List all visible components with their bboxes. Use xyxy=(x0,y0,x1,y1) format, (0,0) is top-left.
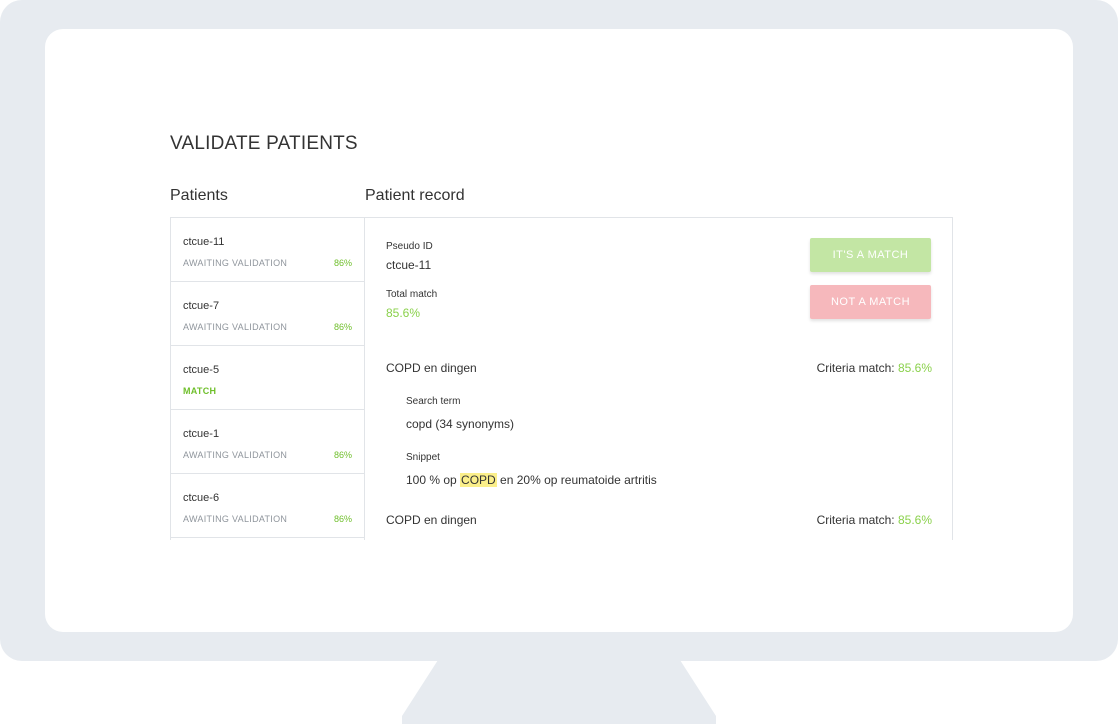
criteria-match-label: Criteria match: xyxy=(816,513,895,527)
patients-heading: Patients xyxy=(170,187,228,204)
search-term-label: Search term xyxy=(406,396,461,407)
snippet-text-before: 100 % op xyxy=(406,473,461,487)
page-title: VALIDATE PATIENTS xyxy=(170,133,358,154)
patient-score: 86% xyxy=(333,258,352,268)
its-a-match-button[interactable]: IT'S A MATCH xyxy=(810,238,931,272)
pseudo-id-value: ctcue-11 xyxy=(386,258,432,272)
patient-status: AWAITING VALIDATION xyxy=(183,322,288,332)
patient-list: ctcue-11 AWAITING VALIDATION 86% ctcue-7… xyxy=(170,217,365,540)
patient-score: 86% xyxy=(333,450,352,460)
criteria-match: Criteria match: 85.6% xyxy=(817,361,932,375)
patient-score: 86% xyxy=(333,514,352,524)
patient-list-item[interactable]: ctcue-7 AWAITING VALIDATION 86% xyxy=(171,282,364,346)
patient-record-heading: Patient record xyxy=(365,187,465,204)
patient-status: AWAITING VALIDATION xyxy=(183,514,288,524)
monitor-stand xyxy=(402,660,716,724)
patient-id: ctcue-5 xyxy=(183,364,220,376)
patient-list-item[interactable]: ctcue-5 MATCH xyxy=(171,346,364,410)
criteria-title: COPD en dingen xyxy=(386,513,477,527)
patient-id: ctcue-6 xyxy=(183,492,220,504)
patient-list-item[interactable]: ctcue-6 AWAITING VALIDATION 86% xyxy=(171,474,364,538)
snippet-highlight: COPD xyxy=(460,473,497,487)
criteria-title: COPD en dingen xyxy=(386,361,477,375)
patient-id: ctcue-11 xyxy=(183,236,225,248)
not-a-match-button[interactable]: NOT A MATCH xyxy=(810,285,931,319)
total-match-value: 85.6% xyxy=(386,306,421,320)
pseudo-id-label: Pseudo ID xyxy=(386,241,433,252)
patient-status-match: MATCH xyxy=(183,386,217,396)
patient-id: ctcue-1 xyxy=(183,428,220,440)
app-screen: VALIDATE PATIENTS Patients Patient recor… xyxy=(45,29,1073,632)
patient-record-panel: Pseudo ID ctcue-11 Total match 85.6% IT'… xyxy=(365,217,953,540)
total-match-label: Total match xyxy=(386,289,438,300)
search-term-value: copd (34 synonyms) xyxy=(406,417,515,431)
patient-list-item[interactable]: ctcue-1 AWAITING VALIDATION 86% xyxy=(171,410,364,474)
criteria-match-value: 85.6% xyxy=(897,361,932,375)
criteria-match-label: Criteria match: xyxy=(816,361,895,375)
patient-list-item[interactable]: ctcue-11 AWAITING VALIDATION 86% xyxy=(171,218,364,282)
patient-status: AWAITING VALIDATION xyxy=(183,258,288,268)
criteria-match: Criteria match: 85.6% xyxy=(817,513,932,527)
snippet-label: Snippet xyxy=(406,452,440,463)
criteria-match-value: 85.6% xyxy=(897,513,932,527)
patient-score: 86% xyxy=(333,322,352,332)
patient-id: ctcue-7 xyxy=(183,300,220,312)
patient-status: AWAITING VALIDATION xyxy=(183,450,288,460)
snippet-text-after: en 20% op reumatoide artritis xyxy=(496,473,657,487)
snippet-text: 100 % op COPD en 20% op reumatoide artri… xyxy=(406,473,657,487)
